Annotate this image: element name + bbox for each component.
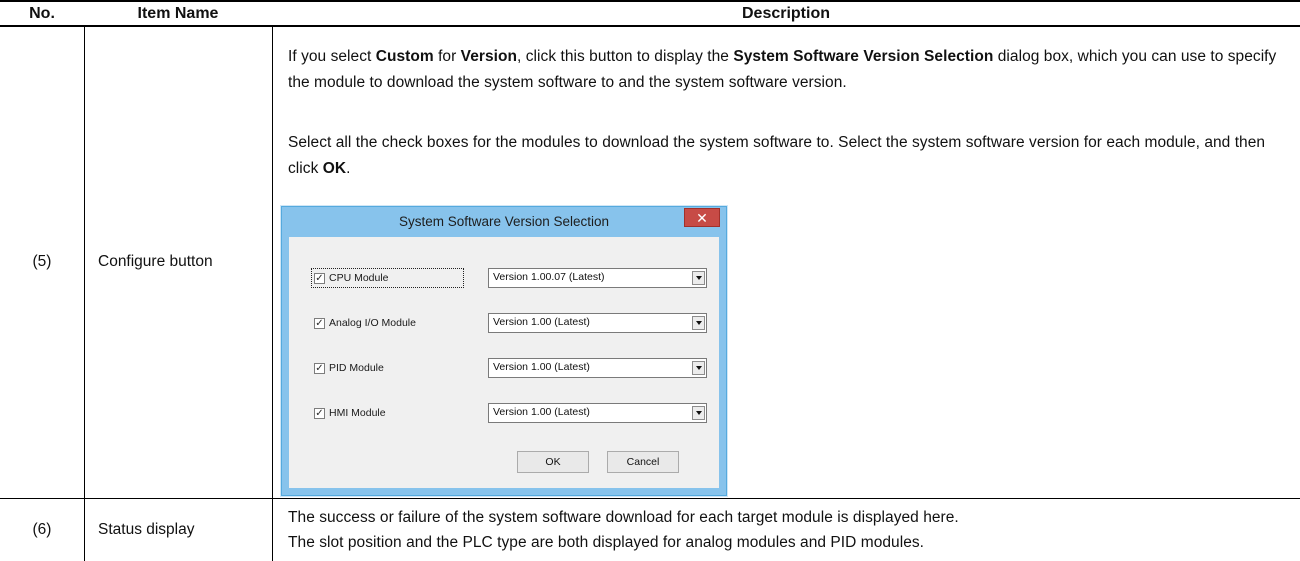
chevron-down-icon[interactable]	[692, 406, 705, 420]
header-description: Description	[741, 5, 830, 22]
pid-version-select[interactable]: Version 1.00 (Latest)	[488, 358, 707, 378]
analog-io-version-value: Version 1.00 (Latest)	[493, 316, 590, 328]
pid-module-label: PID Module	[329, 362, 384, 374]
description-table: No. Item Name Description (5) Configure …	[0, 0, 1300, 561]
dialog-title: System Software Version Selection	[398, 214, 610, 229]
dialog-client-area: ✓ CPU Module Version 1.00.07 (Latest) ✓ …	[289, 237, 719, 488]
cpu-version-select[interactable]: Version 1.00.07 (Latest)	[488, 268, 707, 288]
row-6-description-line2: The slot position and the PLC type are b…	[288, 534, 925, 551]
column-divider-2	[272, 27, 273, 561]
row-5-description-para1: If you select Custom for Version, click …	[288, 48, 1277, 91]
chevron-down-icon[interactable]	[692, 361, 705, 375]
analog-io-module-label: Analog I/O Module	[329, 317, 416, 329]
table-top-rule	[0, 0, 1300, 2]
row-6-item-name: Status display	[98, 521, 195, 538]
pid-module-checkbox[interactable]: ✓	[314, 363, 325, 374]
hmi-module-checkbox[interactable]: ✓	[314, 408, 325, 419]
ok-button[interactable]: OK	[517, 451, 589, 473]
chevron-down-icon[interactable]	[692, 316, 705, 330]
analog-io-module-checkbox[interactable]: ✓	[314, 318, 325, 329]
column-divider-1	[84, 27, 85, 561]
dialog-frame: ✓ CPU Module Version 1.00.07 (Latest) ✓ …	[282, 237, 726, 495]
cpu-module-label: CPU Module	[329, 272, 389, 284]
row-5-no: (5)	[32, 253, 52, 270]
table-header-rule	[0, 25, 1300, 27]
header-no: No.	[29, 5, 55, 22]
row-5-description-para2: Select all the check boxes for the modul…	[288, 134, 1266, 177]
row-5-item-name: Configure button	[98, 253, 213, 270]
analog-io-version-select[interactable]: Version 1.00 (Latest)	[488, 313, 707, 333]
pid-version-value: Version 1.00 (Latest)	[493, 361, 590, 373]
close-icon[interactable]: ✕	[684, 208, 720, 227]
table-row-divider	[0, 498, 1300, 499]
cancel-button[interactable]: Cancel	[607, 451, 679, 473]
hmi-version-value: Version 1.00 (Latest)	[493, 406, 590, 418]
hmi-version-select[interactable]: Version 1.00 (Latest)	[488, 403, 707, 423]
cpu-module-checkbox[interactable]: ✓	[314, 273, 325, 284]
chevron-down-icon[interactable]	[692, 271, 705, 285]
system-software-version-dialog: System Software Version Selection ✕ ✓ CP…	[281, 206, 727, 496]
row-6-description-line1: The success or failure of the system sof…	[288, 509, 959, 526]
cpu-version-value: Version 1.00.07 (Latest)	[493, 271, 605, 283]
row-6-no: (6)	[32, 521, 52, 538]
header-item-name: Item Name	[137, 5, 219, 22]
hmi-module-label: HMI Module	[329, 407, 386, 419]
